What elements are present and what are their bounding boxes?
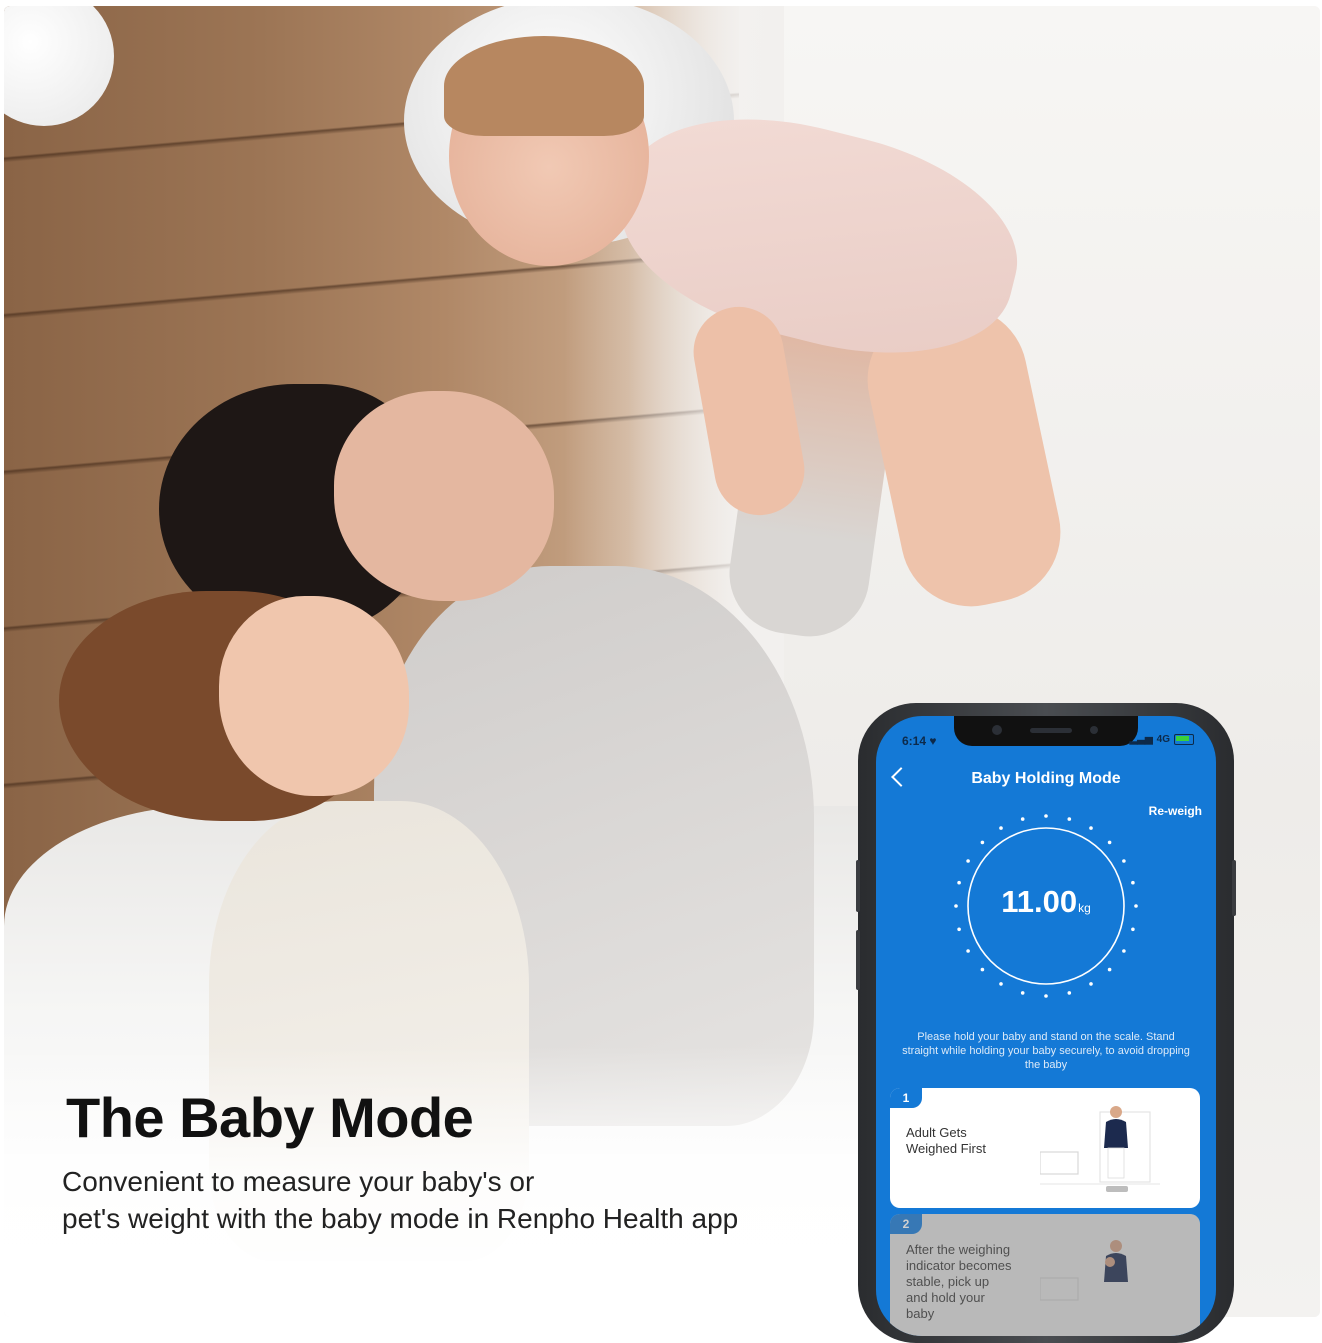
- gauge-dot: [1131, 927, 1135, 932]
- gauge-dot: [1107, 967, 1112, 972]
- gauge-dot: [999, 982, 1003, 986]
- gauge-dot: [1067, 817, 1072, 821]
- weight-reading: 11.00kg: [876, 884, 1216, 920]
- gauge-dot: [1020, 991, 1025, 995]
- status-indicators: ▂▃▅ 4G: [1130, 734, 1194, 745]
- phone-power-button: [1232, 860, 1236, 916]
- instruction-text: Please hold your baby and stand on the s…: [902, 1031, 1190, 1071]
- adult-standing-illustration: [1040, 1106, 1160, 1192]
- weight-value: 11.00: [1001, 884, 1078, 919]
- step-number: 2: [890, 1214, 922, 1234]
- gauge-dot: [1122, 859, 1126, 863]
- weight-unit: kg: [1078, 901, 1091, 915]
- girl-face: [219, 596, 409, 796]
- subheadline: Convenient to measure your baby's or pet…: [62, 1163, 738, 1237]
- phone-notch: [954, 716, 1138, 746]
- baby-hair: [444, 36, 644, 136]
- gauge-dot: [999, 826, 1003, 830]
- subheadline-line1: Convenient to measure your baby's or: [62, 1166, 535, 1197]
- app-screen: 6:14 ♥ ▂▃▅ 4G Baby Holding Mode Re-weigh…: [876, 716, 1216, 1336]
- mother-face: [334, 391, 554, 601]
- step-card: 1 Adult Gets Weighed First: [890, 1088, 1200, 1208]
- gauge-dot: [1044, 814, 1048, 818]
- gauge-dot: [980, 967, 985, 972]
- network-type: 4G: [1156, 734, 1170, 745]
- camera-icon: [992, 725, 1002, 735]
- subheadline-line2: pet's weight with the baby mode in Renph…: [62, 1203, 739, 1234]
- gauge-dot: [1122, 949, 1126, 953]
- screen-title: Baby Holding Mode: [971, 770, 1121, 787]
- gauge-dot: [1044, 994, 1048, 998]
- gauge-dot: [966, 949, 970, 953]
- speaker-grille: [1030, 728, 1072, 733]
- reweigh-button[interactable]: Re-weigh: [1149, 804, 1202, 818]
- phone-volume-button: [856, 860, 860, 912]
- battery-icon: [1174, 734, 1194, 745]
- step-number: 1: [890, 1088, 922, 1108]
- adult-holding-baby-illustration: [1040, 1240, 1128, 1301]
- gauge-dot: [980, 840, 985, 845]
- signal-icon: ▂▃▅: [1129, 734, 1153, 745]
- gauge-dot: [1089, 982, 1093, 986]
- headline: The Baby Mode: [66, 1086, 474, 1149]
- step-card: 2 After the weighing indicator becomes s…: [890, 1214, 1200, 1336]
- gauge-dot: [1089, 826, 1093, 830]
- sensor-dot: [1090, 726, 1098, 734]
- gauge-dot: [1107, 840, 1112, 845]
- status-time: 6:14 ♥: [902, 734, 937, 748]
- step-text: After the weighing indicator becomes sta…: [906, 1242, 1012, 1321]
- gauge-dot: [1067, 991, 1072, 995]
- gauge-dot: [966, 859, 970, 863]
- step-text: Adult Gets Weighed First: [906, 1125, 986, 1156]
- phone-volume-button: [856, 930, 860, 990]
- gauge-dot: [957, 927, 961, 932]
- gauge-dot: [1020, 817, 1025, 821]
